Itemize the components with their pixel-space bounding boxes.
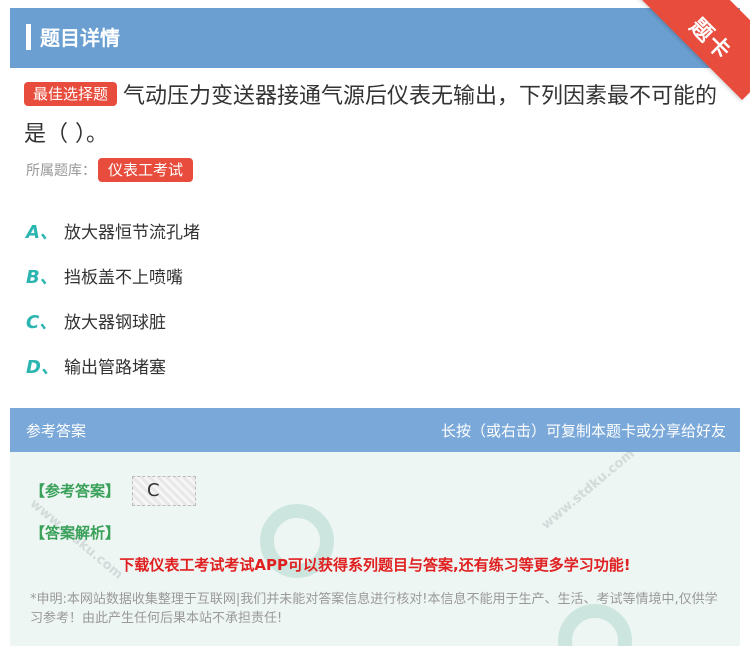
disclaimer: *申明:本网站数据收集整理于互联网|我们并未能对答案信息进行核对!本信息不能用于… bbox=[30, 592, 718, 626]
option-text: 放大器恒节流孔堵 bbox=[64, 223, 200, 243]
answer-label: 【参考答案】 bbox=[30, 482, 121, 500]
option-a[interactable]: A、 放大器恒节流孔堵 bbox=[26, 208, 200, 253]
option-d[interactable]: D、 输出管路堵塞 bbox=[26, 343, 200, 388]
question-card: 题目详情 题卡 最佳选择题 气动压力变送器接通气源后仪表无输出，下列因素最不可能的… bbox=[0, 0, 750, 646]
analysis-label: 【答案解析】 bbox=[30, 524, 121, 542]
answer-section-title: 参考答案 bbox=[26, 422, 87, 440]
app-download-promo[interactable]: 下载仪表工考试考试APP可以获得系列题目与答案,还有练习等更多学习功能! bbox=[10, 554, 740, 575]
card-header: 题目详情 bbox=[10, 8, 740, 68]
question-stem: 最佳选择题 气动压力变送器接通气源后仪表无输出，下列因素最不可能的是（ ）。 bbox=[24, 78, 724, 154]
option-list: A、 放大器恒节流孔堵 B、 挡板盖不上喷嘴 C、 放大器钢球脏 D、 输出管路… bbox=[26, 208, 200, 388]
page-title: 题目详情 bbox=[40, 26, 120, 50]
option-letter: C、 bbox=[26, 311, 58, 333]
question-bank: 所属题库： 仪表工考试 bbox=[26, 158, 194, 183]
option-text: 放大器钢球脏 bbox=[64, 313, 166, 333]
answer-section-body: www.stdku.com www.stdku.com 【参考答案】 C 【答案… bbox=[10, 452, 740, 646]
share-hint: 长按（或右击）可复制本题卡或分享给好友 bbox=[440, 422, 726, 440]
answer-value: C bbox=[132, 476, 196, 506]
option-letter: A、 bbox=[26, 221, 58, 243]
option-b[interactable]: B、 挡板盖不上喷嘴 bbox=[26, 253, 200, 298]
header-accent-bar bbox=[26, 24, 31, 50]
watermark-text: www.stdku.com bbox=[538, 452, 638, 533]
option-text: 输出管路堵塞 bbox=[64, 358, 166, 378]
option-c[interactable]: C、 放大器钢球脏 bbox=[26, 298, 200, 343]
bank-tag[interactable]: 仪表工考试 bbox=[98, 158, 194, 182]
question-text: 气动压力变送器接通气源后仪表无输出，下列因素最不可能的是（ ）。 bbox=[24, 84, 718, 147]
question-type-badge: 最佳选择题 bbox=[24, 82, 118, 106]
option-text: 挡板盖不上喷嘴 bbox=[64, 268, 183, 288]
bank-label: 所属题库： bbox=[26, 163, 96, 179]
answer-section-header: 参考答案 长按（或右击）可复制本题卡或分享给好友 bbox=[10, 408, 740, 452]
option-letter: B、 bbox=[26, 266, 58, 288]
option-letter: D、 bbox=[26, 356, 59, 378]
